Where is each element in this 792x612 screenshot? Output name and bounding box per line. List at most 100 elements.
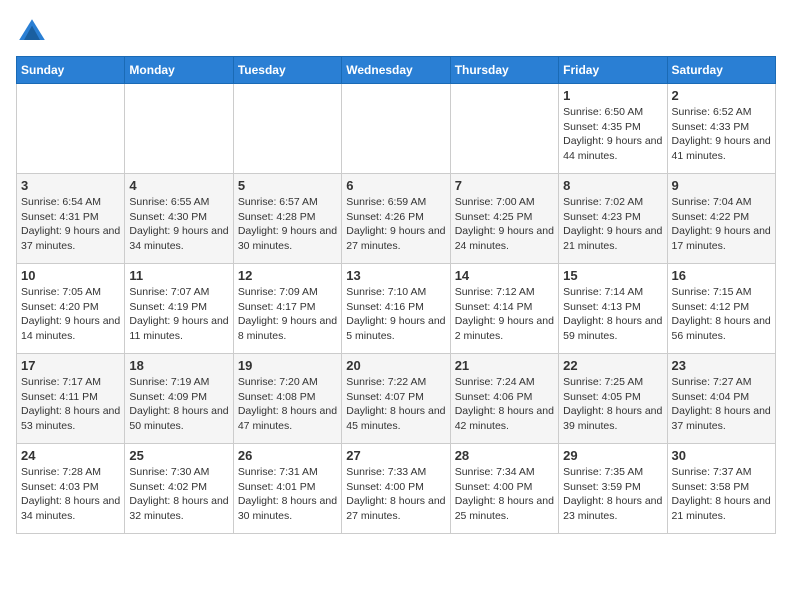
day-info: Sunrise: 7:24 AM Sunset: 4:06 PM Dayligh… bbox=[455, 375, 554, 434]
day-info: Sunrise: 7:04 AM Sunset: 4:22 PM Dayligh… bbox=[672, 195, 771, 254]
week-row-5: 24Sunrise: 7:28 AM Sunset: 4:03 PM Dayli… bbox=[17, 444, 776, 534]
day-cell: 27 Sunrise: 7:33 AM Sunset: 4:00 PM Dayli… bbox=[342, 444, 450, 534]
day-number: 20 bbox=[346, 358, 445, 373]
day-info: Sunrise: 7:20 AM Sunset: 4:08 PM Dayligh… bbox=[238, 375, 337, 434]
day-header-friday: Friday bbox=[559, 57, 667, 84]
logo-icon bbox=[16, 16, 48, 48]
day-number: 24 bbox=[21, 448, 120, 463]
day-number: 13 bbox=[346, 268, 445, 283]
day-number: 19 bbox=[238, 358, 337, 373]
day-info: Sunrise: 7:37 AM Sunset: 3:58 PM Dayligh… bbox=[672, 465, 771, 524]
day-number: 17 bbox=[21, 358, 120, 373]
day-number: 7 bbox=[455, 178, 554, 193]
day-info: Sunrise: 7:33 AM Sunset: 4:00 PM Dayligh… bbox=[346, 465, 445, 524]
day-info: Sunrise: 7:19 AM Sunset: 4:09 PM Dayligh… bbox=[129, 375, 228, 434]
calendar-body: 1 Sunrise: 6:50 AM Sunset: 4:35 PM Daylig… bbox=[17, 84, 776, 534]
day-number: 8 bbox=[563, 178, 662, 193]
day-info: Sunrise: 7:05 AM Sunset: 4:20 PM Dayligh… bbox=[21, 285, 120, 344]
day-info: Sunrise: 7:09 AM Sunset: 4:17 PM Dayligh… bbox=[238, 285, 337, 344]
day-info: Sunrise: 7:17 AM Sunset: 4:11 PM Dayligh… bbox=[21, 375, 120, 434]
day-header-tuesday: Tuesday bbox=[233, 57, 341, 84]
day-number: 1 bbox=[563, 88, 662, 103]
day-info: Sunrise: 7:34 AM Sunset: 4:00 PM Dayligh… bbox=[455, 465, 554, 524]
day-cell: 11 Sunrise: 7:07 AM Sunset: 4:19 PM Dayli… bbox=[125, 264, 233, 354]
day-info: Sunrise: 7:25 AM Sunset: 4:05 PM Dayligh… bbox=[563, 375, 662, 434]
page-header bbox=[16, 16, 776, 48]
week-row-4: 17 Sunrise: 7:17 AM Sunset: 4:11 PM Dayli… bbox=[17, 354, 776, 444]
day-number: 27 bbox=[346, 448, 445, 463]
day-cell bbox=[233, 84, 341, 174]
day-number: 10 bbox=[21, 268, 120, 283]
day-cell: 9 Sunrise: 7:04 AM Sunset: 4:22 PM Daylig… bbox=[667, 174, 775, 264]
week-row-2: 3 Sunrise: 6:54 AM Sunset: 4:31 PM Daylig… bbox=[17, 174, 776, 264]
day-info: Sunrise: 7:31 AM Sunset: 4:01 PM Dayligh… bbox=[238, 465, 337, 524]
day-info: Sunrise: 7:15 AM Sunset: 4:12 PM Dayligh… bbox=[672, 285, 771, 344]
day-info: Sunrise: 7:00 AM Sunset: 4:25 PM Dayligh… bbox=[455, 195, 554, 254]
day-number: 2 bbox=[672, 88, 771, 103]
day-number: 15 bbox=[563, 268, 662, 283]
day-info: Sunrise: 7:30 AM Sunset: 4:02 PM Dayligh… bbox=[129, 465, 228, 524]
day-cell: 17 Sunrise: 7:17 AM Sunset: 4:11 PM Dayli… bbox=[17, 354, 125, 444]
day-cell: 25 Sunrise: 7:30 AM Sunset: 4:02 PM Dayli… bbox=[125, 444, 233, 534]
day-number: 12 bbox=[238, 268, 337, 283]
day-cell: 6Sunrise: 6:59 AM Sunset: 4:26 PM Daylig… bbox=[342, 174, 450, 264]
day-cell: 28 Sunrise: 7:34 AM Sunset: 4:00 PM Dayli… bbox=[450, 444, 558, 534]
day-number: 23 bbox=[672, 358, 771, 373]
day-cell bbox=[125, 84, 233, 174]
day-number: 5 bbox=[238, 178, 337, 193]
week-row-1: 1 Sunrise: 6:50 AM Sunset: 4:35 PM Daylig… bbox=[17, 84, 776, 174]
day-cell: 13 Sunrise: 7:10 AM Sunset: 4:16 PM Dayli… bbox=[342, 264, 450, 354]
day-cell: 30 Sunrise: 7:37 AM Sunset: 3:58 PM Dayli… bbox=[667, 444, 775, 534]
day-cell: 29Sunrise: 7:35 AM Sunset: 3:59 PM Dayli… bbox=[559, 444, 667, 534]
day-cell bbox=[17, 84, 125, 174]
day-info: Sunrise: 6:52 AM Sunset: 4:33 PM Dayligh… bbox=[672, 105, 771, 164]
day-info: Sunrise: 7:22 AM Sunset: 4:07 PM Dayligh… bbox=[346, 375, 445, 434]
day-cell: 7 Sunrise: 7:00 AM Sunset: 4:25 PM Daylig… bbox=[450, 174, 558, 264]
header-row: SundayMondayTuesdayWednesdayThursdayFrid… bbox=[17, 57, 776, 84]
day-cell: 14Sunrise: 7:12 AM Sunset: 4:14 PM Dayli… bbox=[450, 264, 558, 354]
day-number: 25 bbox=[129, 448, 228, 463]
day-cell: 19 Sunrise: 7:20 AM Sunset: 4:08 PM Dayli… bbox=[233, 354, 341, 444]
day-cell: 22Sunrise: 7:25 AM Sunset: 4:05 PM Dayli… bbox=[559, 354, 667, 444]
calendar-table: SundayMondayTuesdayWednesdayThursdayFrid… bbox=[16, 56, 776, 534]
day-cell bbox=[342, 84, 450, 174]
day-number: 18 bbox=[129, 358, 228, 373]
day-number: 11 bbox=[129, 268, 228, 283]
day-info: Sunrise: 6:54 AM Sunset: 4:31 PM Dayligh… bbox=[21, 195, 120, 254]
day-cell bbox=[450, 84, 558, 174]
day-info: Sunrise: 7:12 AM Sunset: 4:14 PM Dayligh… bbox=[455, 285, 554, 344]
day-header-thursday: Thursday bbox=[450, 57, 558, 84]
day-number: 21 bbox=[455, 358, 554, 373]
day-number: 6 bbox=[346, 178, 445, 193]
day-info: Sunrise: 7:02 AM Sunset: 4:23 PM Dayligh… bbox=[563, 195, 662, 254]
day-number: 28 bbox=[455, 448, 554, 463]
day-number: 4 bbox=[129, 178, 228, 193]
day-info: Sunrise: 7:27 AM Sunset: 4:04 PM Dayligh… bbox=[672, 375, 771, 434]
day-number: 29 bbox=[563, 448, 662, 463]
day-cell: 10 Sunrise: 7:05 AM Sunset: 4:20 PM Dayli… bbox=[17, 264, 125, 354]
day-number: 9 bbox=[672, 178, 771, 193]
day-header-wednesday: Wednesday bbox=[342, 57, 450, 84]
day-info: Sunrise: 7:07 AM Sunset: 4:19 PM Dayligh… bbox=[129, 285, 228, 344]
day-cell: 20 Sunrise: 7:22 AM Sunset: 4:07 PM Dayli… bbox=[342, 354, 450, 444]
day-cell: 1 Sunrise: 6:50 AM Sunset: 4:35 PM Daylig… bbox=[559, 84, 667, 174]
day-info: Sunrise: 7:10 AM Sunset: 4:16 PM Dayligh… bbox=[346, 285, 445, 344]
day-cell: 3 Sunrise: 6:54 AM Sunset: 4:31 PM Daylig… bbox=[17, 174, 125, 264]
day-number: 3 bbox=[21, 178, 120, 193]
day-cell: 2 Sunrise: 6:52 AM Sunset: 4:33 PM Daylig… bbox=[667, 84, 775, 174]
day-header-sunday: Sunday bbox=[17, 57, 125, 84]
day-number: 26 bbox=[238, 448, 337, 463]
day-info: Sunrise: 7:14 AM Sunset: 4:13 PM Dayligh… bbox=[563, 285, 662, 344]
day-cell: 5 Sunrise: 6:57 AM Sunset: 4:28 PM Daylig… bbox=[233, 174, 341, 264]
logo bbox=[16, 16, 52, 48]
day-cell: 15 Sunrise: 7:14 AM Sunset: 4:13 PM Dayli… bbox=[559, 264, 667, 354]
day-number: 30 bbox=[672, 448, 771, 463]
day-cell: 4Sunrise: 6:55 AM Sunset: 4:30 PM Daylig… bbox=[125, 174, 233, 264]
day-cell: 24Sunrise: 7:28 AM Sunset: 4:03 PM Dayli… bbox=[17, 444, 125, 534]
day-cell: 16 Sunrise: 7:15 AM Sunset: 4:12 PM Dayli… bbox=[667, 264, 775, 354]
week-row-3: 10 Sunrise: 7:05 AM Sunset: 4:20 PM Dayli… bbox=[17, 264, 776, 354]
day-info: Sunrise: 6:57 AM Sunset: 4:28 PM Dayligh… bbox=[238, 195, 337, 254]
day-number: 16 bbox=[672, 268, 771, 283]
day-cell: 12 Sunrise: 7:09 AM Sunset: 4:17 PM Dayli… bbox=[233, 264, 341, 354]
day-info: Sunrise: 6:50 AM Sunset: 4:35 PM Dayligh… bbox=[563, 105, 662, 164]
